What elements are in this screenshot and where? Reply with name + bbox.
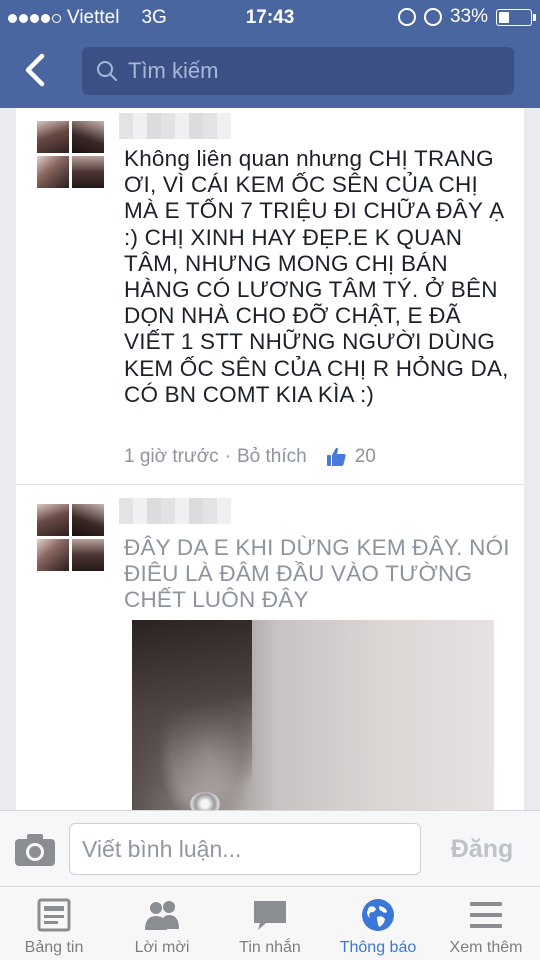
tab-label: Thông báo: [339, 939, 417, 956]
news-feed-icon: [37, 898, 71, 932]
search-icon: [97, 61, 117, 81]
avatar[interactable]: [37, 504, 104, 571]
tab-label: Lời mời: [134, 939, 190, 956]
tab-label: Bảng tin: [24, 939, 84, 956]
tab-label: Xem thêm: [449, 939, 523, 956]
top-bar: Viettel 3G 17:43 33%: [0, 0, 540, 108]
alarm-icon: [423, 8, 442, 26]
messages-icon: [254, 901, 286, 930]
tab-messages[interactable]: Tin nhắn: [216, 887, 324, 960]
comment-item: ĐÂY DA E KHI DỪNG KEM ĐÂY. NÓI ĐIÊU LÀ Đ…: [16, 486, 524, 810]
comment-text: Không liên quan nhưng CHỊ TRANG ƠI, VÌ C…: [124, 146, 509, 407]
tab-bar: Bảng tin Lời mời Tin nhắn Thông báo Xem …: [0, 886, 540, 960]
comment-meta: 1 giờ trước · Bỏ thích 20: [124, 446, 376, 468]
avatar[interactable]: [37, 121, 104, 188]
post-button[interactable]: Đăng: [432, 823, 532, 875]
friend-requests-icon: [145, 901, 179, 930]
thumbs-up-icon: [326, 447, 346, 466]
comment-time: 1 giờ trước: [124, 446, 219, 467]
unlike-link[interactable]: Bỏ thích: [237, 446, 307, 468]
comment-text: ĐÂY DA E KHI DỪNG KEM ĐÂY. NÓI ĐIÊU LÀ Đ…: [124, 535, 510, 613]
meta-separator: ·: [224, 446, 231, 467]
tab-news-feed[interactable]: Bảng tin: [0, 887, 108, 960]
comment-input[interactable]: [69, 823, 421, 875]
comment-photo[interactable]: [132, 620, 494, 810]
back-chevron-icon[interactable]: [18, 52, 54, 88]
tab-notifications[interactable]: Thông báo: [324, 887, 432, 960]
commenter-name-blurred[interactable]: [119, 113, 231, 139]
menu-icon: [470, 902, 502, 928]
comment-composer: Đăng: [0, 810, 540, 886]
photo-earring: [190, 792, 220, 810]
battery-percent: 33%: [449, 6, 488, 27]
search-bar[interactable]: [82, 47, 514, 95]
search-input[interactable]: [128, 58, 508, 84]
globe-icon: [362, 899, 394, 931]
commenter-name-blurred[interactable]: [119, 498, 231, 524]
rotation-lock-icon: [397, 8, 416, 26]
status-bar: Viettel 3G 17:43 33%: [0, 0, 540, 36]
status-right: 33%: [397, 6, 536, 28]
battery-icon: [496, 8, 536, 26]
tab-more[interactable]: Xem thêm: [432, 887, 540, 960]
like-count: 20: [354, 446, 376, 467]
tab-friend-requests[interactable]: Lời mời: [108, 887, 216, 960]
comments-list[interactable]: Không liên quan nhưng CHỊ TRANG ƠI, VÌ C…: [16, 108, 524, 810]
camera-icon[interactable]: [14, 833, 56, 867]
tab-label: Tin nhắn: [239, 939, 301, 956]
comment-item: Không liên quan nhưng CHỊ TRANG ƠI, VÌ C…: [16, 108, 524, 485]
photo-hair: [132, 620, 252, 810]
